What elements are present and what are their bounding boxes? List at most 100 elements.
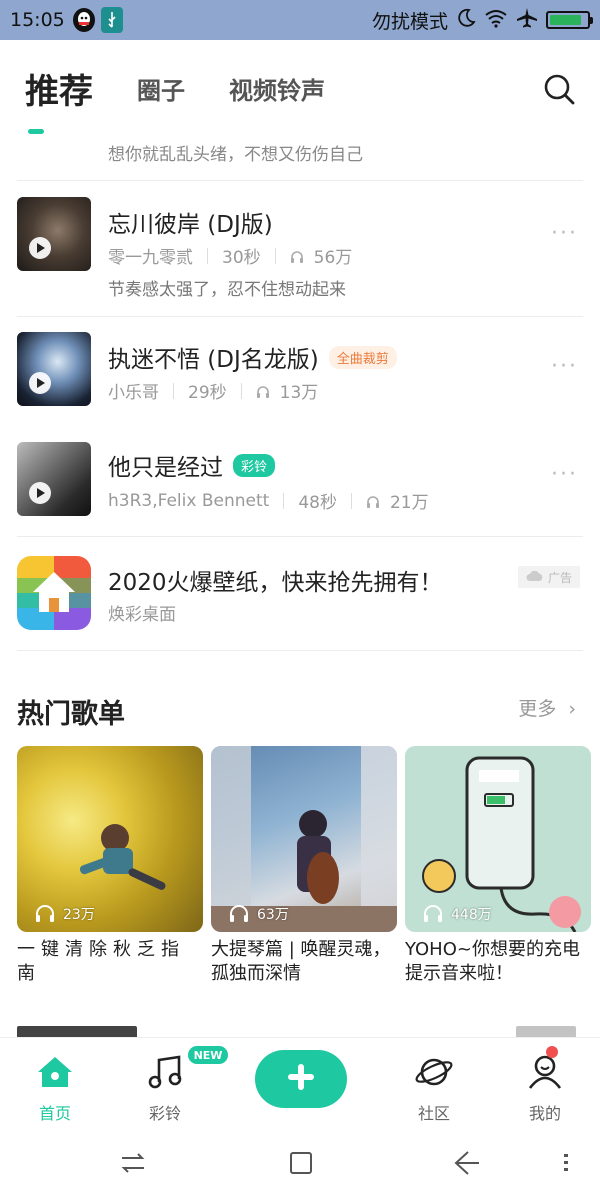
headphone-icon [256,384,270,398]
bottom-nav: 首页 彩铃 NEW 社区 我的 [0,1038,600,1126]
playlist-card[interactable]: 448万 YOHO~你想要的充电提示音来啦！ [405,746,591,986]
play-icon[interactable] [29,237,51,259]
playlist-title: 大提琴篇 | 唤醒灵魂，孤独而深情 [211,939,391,984]
next-section-more [516,1026,576,1038]
more-label: 更多 [518,698,557,720]
playlist-plays: 63万 [229,904,289,924]
nav-label: 我的 [528,1104,561,1123]
moon-icon [456,8,476,33]
top-tabs: 推荐 圈子 视频铃声 [0,40,600,136]
ad-title[interactable]: 2020火爆壁纸，快来抢先拥有！ [108,563,443,597]
system-nav-bar [0,1126,600,1200]
song-item[interactable]: 执迷不悟 (DJ名龙版) 全曲裁剪 小乐哥 29秒 13万 ··· [0,322,600,432]
planet-icon [414,1054,454,1094]
ringtone-badge: 彩铃 [233,453,276,477]
battery-icon [546,11,593,29]
search-icon[interactable] [542,72,576,106]
headphone-icon [424,905,442,922]
song-description: 节奏感太强了，忍不住想动起来 [108,280,346,300]
song-cover[interactable] [17,197,91,271]
headphone-icon [366,494,380,508]
create-button[interactable] [255,1050,347,1108]
song-title: 忘川彼岸 (DJ版) [108,212,273,238]
song-meta: 零一九零贰 30秒 56万 [108,243,352,268]
playlist-title: YOHO~你想要的充电提示音来啦！ [405,939,580,984]
headphone-icon [290,249,304,263]
song-artist: 零一九零贰 [108,248,193,268]
song-item[interactable]: 忘川彼岸 (DJ版) 零一九零贰 30秒 56万 节奏感太强了，忍不住想动起来 … [0,185,600,300]
tab-indicator [28,129,44,134]
profile-icon [525,1054,565,1094]
music-note-icon [145,1054,185,1094]
song-duration: 48秒 [298,493,337,513]
song-meta: 小乐哥 29秒 13万 [108,378,318,403]
song-duration: 30秒 [222,248,261,268]
playlist-cover[interactable]: 63万 [211,746,397,932]
home-icon [35,1054,75,1094]
chevron-right-icon: › [568,698,576,720]
status-bar: 15:05 勿扰模式 [0,0,600,40]
hot-playlists-more[interactable]: 更多 › [518,694,576,721]
ad-subtitle: 焕彩桌面 [108,605,176,625]
nav-profile[interactable]: 我的 [495,1038,595,1126]
headphone-icon [230,905,248,922]
more-options-icon[interactable]: ··· [551,354,578,379]
notification-dot [546,1046,558,1058]
song-title: 他只是经过 [108,455,223,481]
plus-icon [286,1062,316,1096]
play-icon[interactable] [29,482,51,504]
playlist-card[interactable]: 23万 一键清除秋乏指南 [17,746,203,986]
menu-icon[interactable] [556,1148,586,1178]
headphone-icon [36,905,54,922]
back-icon[interactable] [452,1148,482,1178]
divider [17,536,583,537]
airplane-icon [516,7,538,34]
hot-playlists-title: 热门歌单 [17,699,125,730]
playlist-cover[interactable]: 448万 [405,746,591,932]
song-plays: 21万 [389,493,429,513]
nav-label: 彩铃 [148,1104,181,1123]
playlist-card[interactable]: 63万 大提琴篇 | 唤醒灵魂，孤独而深情 [211,746,397,986]
song-artist: 小乐哥 [108,383,159,403]
divider [17,180,583,181]
play-icon[interactable] [29,372,51,394]
new-badge: NEW [188,1046,228,1064]
switch-icon[interactable] [118,1148,148,1178]
song-title-row: 忘川彼岸 (DJ版) [108,205,273,239]
tab-circle[interactable]: 圈子 [137,71,185,106]
song-cover[interactable] [17,332,91,406]
song-title-row: 执迷不悟 (DJ名龙版) 全曲裁剪 [108,340,397,374]
playlist-plays: 23万 [35,904,95,924]
song-plays: 13万 [279,383,319,403]
playlist-title: 一键清除秋乏指南 [17,939,185,984]
more-options-icon[interactable]: ··· [551,462,578,487]
song-title: 执迷不悟 (DJ名龙版) [108,347,319,373]
divider [17,316,583,317]
qq-icon [72,8,95,32]
nav-label: 首页 [38,1104,71,1123]
ad-app-logo[interactable] [17,556,91,630]
song-plays: 56万 [313,248,353,268]
tab-video-ringtone[interactable]: 视频铃声 [229,71,325,106]
nav-community[interactable]: 社区 [384,1038,484,1126]
status-time: 15:05 [10,9,65,31]
tab-recommend[interactable]: 推荐 [25,64,93,113]
cloud-icon [526,570,544,585]
ad-badge[interactable]: 广告 [518,566,580,588]
song-item[interactable]: 他只是经过 彩铃 h3R3,Felix Bennett 48秒 21万 ··· [0,432,600,542]
more-options-icon[interactable]: ··· [551,221,578,246]
song-meta: h3R3,Felix Bennett 48秒 21万 [108,488,429,514]
playlist-cover[interactable]: 23万 [17,746,203,932]
playlist-plays: 448万 [423,904,492,924]
song-cover[interactable] [17,442,91,516]
song-title-row: 他只是经过 彩铃 [108,448,276,482]
nav-home[interactable]: 首页 [5,1038,105,1126]
dnd-text: 勿扰模式 [371,10,448,33]
song-duration: 29秒 [188,383,227,403]
ad-badge-label: 广告 [547,570,572,585]
wifi-icon [484,8,508,33]
divider [17,650,583,651]
previous-item-description: 想你就乱乱头绪，不想又伤伤自己 [108,145,363,165]
home-square-icon[interactable] [286,1148,316,1178]
nav-label: 社区 [417,1104,450,1123]
